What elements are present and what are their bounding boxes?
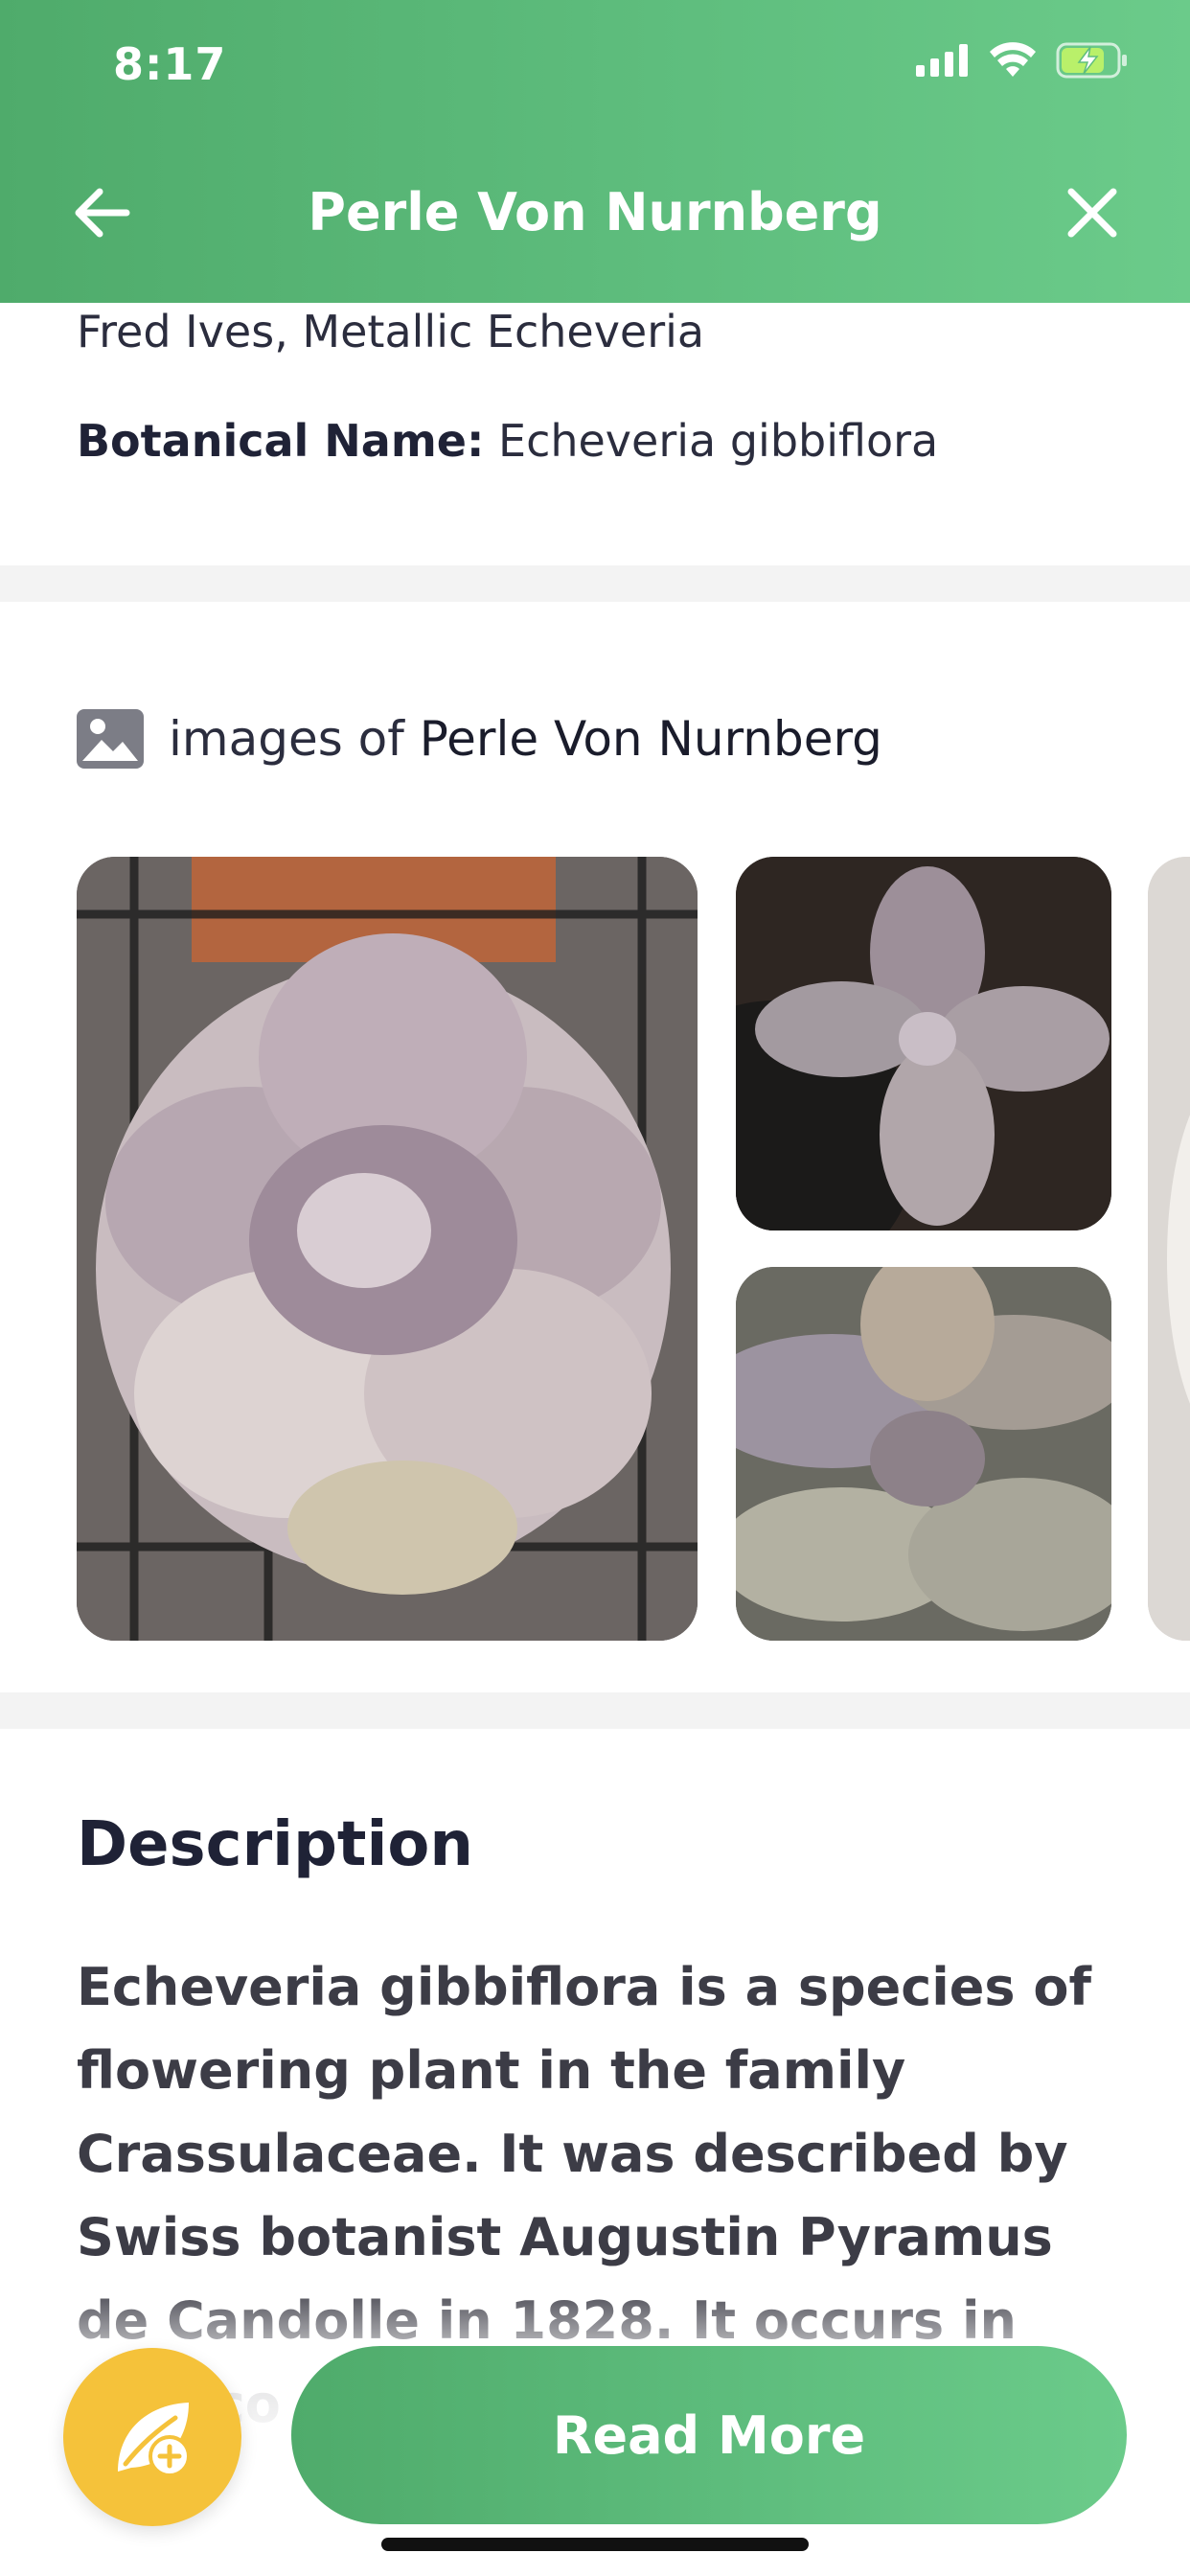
home-indicator — [381, 2538, 809, 2551]
botanical-name-label: Botanical Name: — [77, 415, 485, 467]
page-title: Perle Von Nurnberg — [308, 182, 882, 242]
images-heading-prefix: images of — [169, 711, 404, 767]
botanical-name-row: Botanical Name: Echeveria gibbiflora — [77, 412, 938, 470]
status-time: 8:17 — [113, 38, 227, 90]
description-title: Description — [77, 1809, 473, 1880]
plant-photo-next-peek[interactable] — [1148, 857, 1190, 1641]
succulent-closeup-image — [736, 1267, 1111, 1641]
section-divider — [0, 1692, 1190, 1729]
header-bar: 8:17 Perle Von Nurnberg — [0, 0, 1190, 303]
images-heading-plant-name: Perle Von Nurnberg — [419, 711, 882, 767]
add-plant-button[interactable] — [63, 2348, 241, 2526]
succulent-top-view-image — [736, 857, 1111, 1230]
images-heading: images of Perle Von Nurnberg — [77, 709, 882, 769]
close-icon — [1067, 188, 1117, 238]
plant-detail-screen: 8:17 Perle Von Nurnberg Fred Ives, Metal… — [0, 0, 1190, 2576]
plant-photo-main[interactable] — [77, 857, 698, 1641]
plant-photo-peek-image — [1148, 857, 1190, 1641]
botanical-name-value: Echeveria gibbiflora — [498, 415, 939, 467]
image-icon — [77, 709, 144, 769]
plant-photo-tertiary[interactable] — [736, 1267, 1111, 1641]
wifi-icon — [990, 42, 1036, 77]
common-names: Fred Ives, Metallic Echeveria — [77, 306, 705, 357]
succulent-rosette-image — [77, 857, 698, 1641]
leaf-add-icon — [118, 2403, 191, 2477]
battery-charging-icon — [1056, 42, 1127, 79]
names-section: Fred Ives, Metallic Echeveria Botanical … — [0, 303, 1190, 565]
section-divider — [0, 565, 1190, 602]
read-more-button[interactable]: Read More — [291, 2346, 1127, 2524]
close-button[interactable] — [1064, 184, 1121, 242]
status-icons — [916, 42, 1129, 79]
signal-icon — [916, 44, 968, 77]
images-heading-text: images of Perle Von Nurnberg — [169, 711, 882, 767]
plant-photo-secondary[interactable] — [736, 857, 1111, 1230]
